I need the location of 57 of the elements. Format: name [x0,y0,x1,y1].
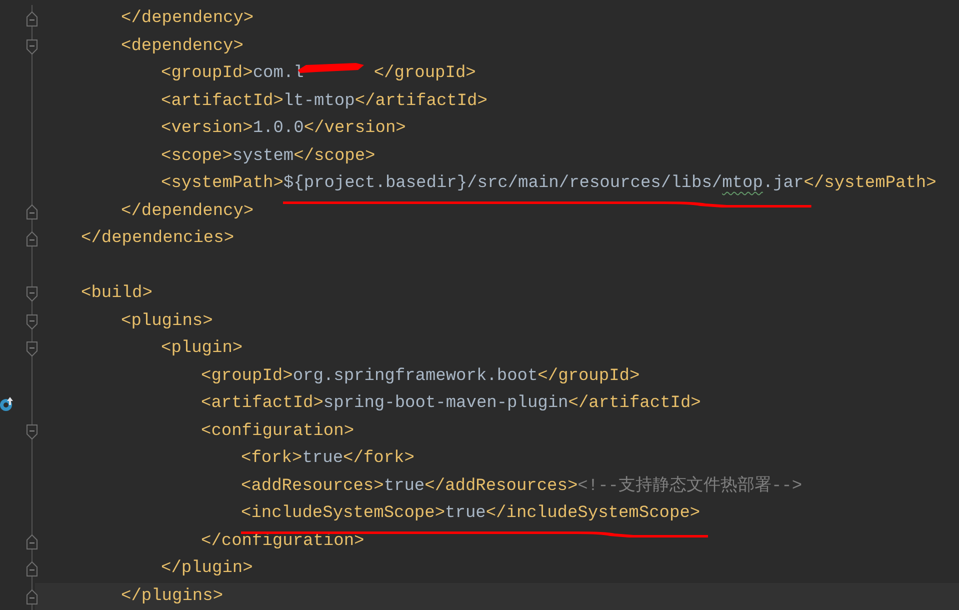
xml-tag: </dependency> [121,202,254,220]
fold-collapse-icon[interactable] [26,424,38,440]
fold-collapse-icon[interactable] [26,38,38,54]
misspelled-word: mtop [722,174,763,193]
tag-value: .jar [762,174,804,193]
xml-tag: </includeSystemScope> [486,504,700,523]
xml-tag: </dependency> [121,9,254,28]
xml-tag: <groupId> [201,366,293,386]
fold-end-icon[interactable] [26,231,38,247]
fold-end-icon[interactable] [26,204,38,220]
xml-tag: <addResources> [241,476,384,496]
fold-collapse-icon[interactable] [26,314,38,330]
xml-tag: <groupId> [161,64,253,83]
tag-value: com.l [252,64,304,83]
xml-tag: </artifactId> [354,92,488,110]
xml-tag: </groupId> [374,64,476,83]
fold-end-icon[interactable] [26,11,38,27]
xml-tag: </scope> [294,146,376,166]
fold-collapse-icon[interactable] [26,286,38,302]
xml-tag: </plugins> [121,586,224,606]
xml-tag: <scope> [161,146,232,166]
tag-value: ${project.basedir}/src/main/resources/libs/ [283,174,722,193]
xml-tag: <dependency> [121,36,244,56]
xml-tag: <fork> [241,449,302,468]
xml-tag: <build> [81,284,152,303]
tag-value: true [445,504,486,523]
xml-tag: </plugin> [161,559,253,578]
tag-value: 1.0.0 [252,119,304,138]
xml-tag: <configuration> [201,422,354,440]
xml-tag: </artifactId> [568,394,701,413]
refresh-icon[interactable] [0,396,14,412]
xml-tag: <plugin> [161,339,243,358]
xml-tag: </configuration> [201,532,364,550]
xml-tag: <artifactId> [201,394,324,413]
xml-tag: </addResources> [424,476,578,496]
xml-tag: <plugins> [121,312,213,330]
tag-value: lt-mtop [283,92,355,110]
xml-tag: </dependencies> [81,229,234,248]
tag-value: system [232,146,294,166]
xml-tag: includeSystemScope> [251,504,446,523]
tag-value: true [384,476,425,496]
tag-value: true [302,449,344,468]
fold-end-icon[interactable] [26,588,38,604]
xml-tag: <version> [161,119,253,138]
xml-tag: < [241,504,252,523]
code-comment: <!--支持静态文件热部署--> [578,476,802,496]
xml-tag: <systemPath> [161,174,284,193]
tag-value: org.springframework.boot [292,366,538,386]
fold-end-icon[interactable] [26,561,38,577]
xml-tag: </systemPath> [804,174,936,193]
tag-value: spring-boot-maven-plugin [323,394,568,413]
xml-tag: <artifactId> [161,92,284,110]
xml-tag: </groupId> [538,366,640,386]
xml-tag: </version> [304,119,406,138]
xml-tag: </fork> [343,449,414,468]
fold-end-icon[interactable] [26,534,38,550]
fold-collapse-icon[interactable] [26,341,38,357]
